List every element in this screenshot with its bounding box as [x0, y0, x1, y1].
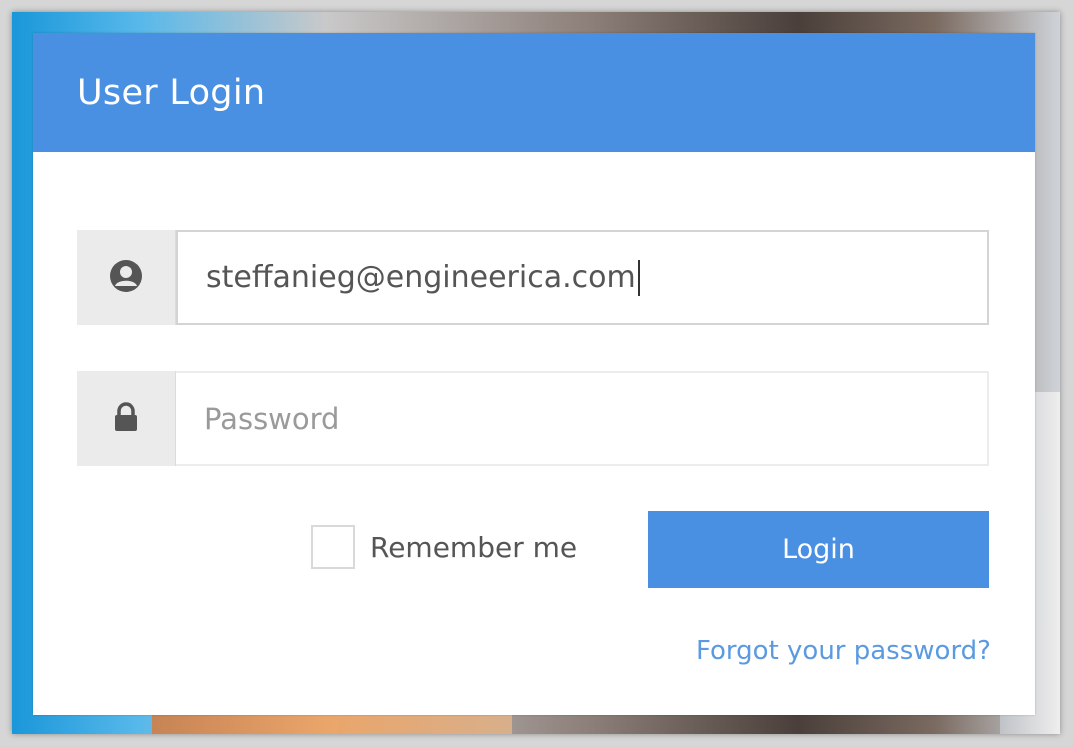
- panel-header: User Login: [33, 33, 1035, 152]
- email-field-group: steffanieg@engineerica.com: [77, 230, 989, 325]
- page-title: User Login: [77, 72, 266, 113]
- email-addon: [77, 230, 176, 325]
- email-input-wrapper[interactable]: steffanieg@engineerica.com: [176, 230, 989, 325]
- password-input[interactable]: [204, 401, 987, 436]
- email-input[interactable]: steffanieg@engineerica.com: [206, 260, 636, 295]
- login-panel: User Login steffanieg@engineerica.com Re…: [33, 33, 1035, 715]
- password-addon: [77, 371, 176, 466]
- user-circle-icon: [109, 259, 143, 297]
- remember-me-option[interactable]: Remember me: [311, 525, 577, 569]
- text-caret: [637, 259, 640, 296]
- remember-me-checkbox[interactable]: [311, 525, 355, 569]
- password-field-group: [77, 371, 989, 466]
- screenshot-frame: User Login steffanieg@engineerica.com Re…: [0, 0, 1073, 747]
- remember-me-label: Remember me: [370, 530, 578, 564]
- forgot-password-link[interactable]: Forgot your password?: [696, 636, 991, 666]
- lock-icon: [113, 401, 139, 436]
- login-button[interactable]: Login: [648, 511, 989, 588]
- password-input-wrapper[interactable]: [176, 371, 989, 466]
